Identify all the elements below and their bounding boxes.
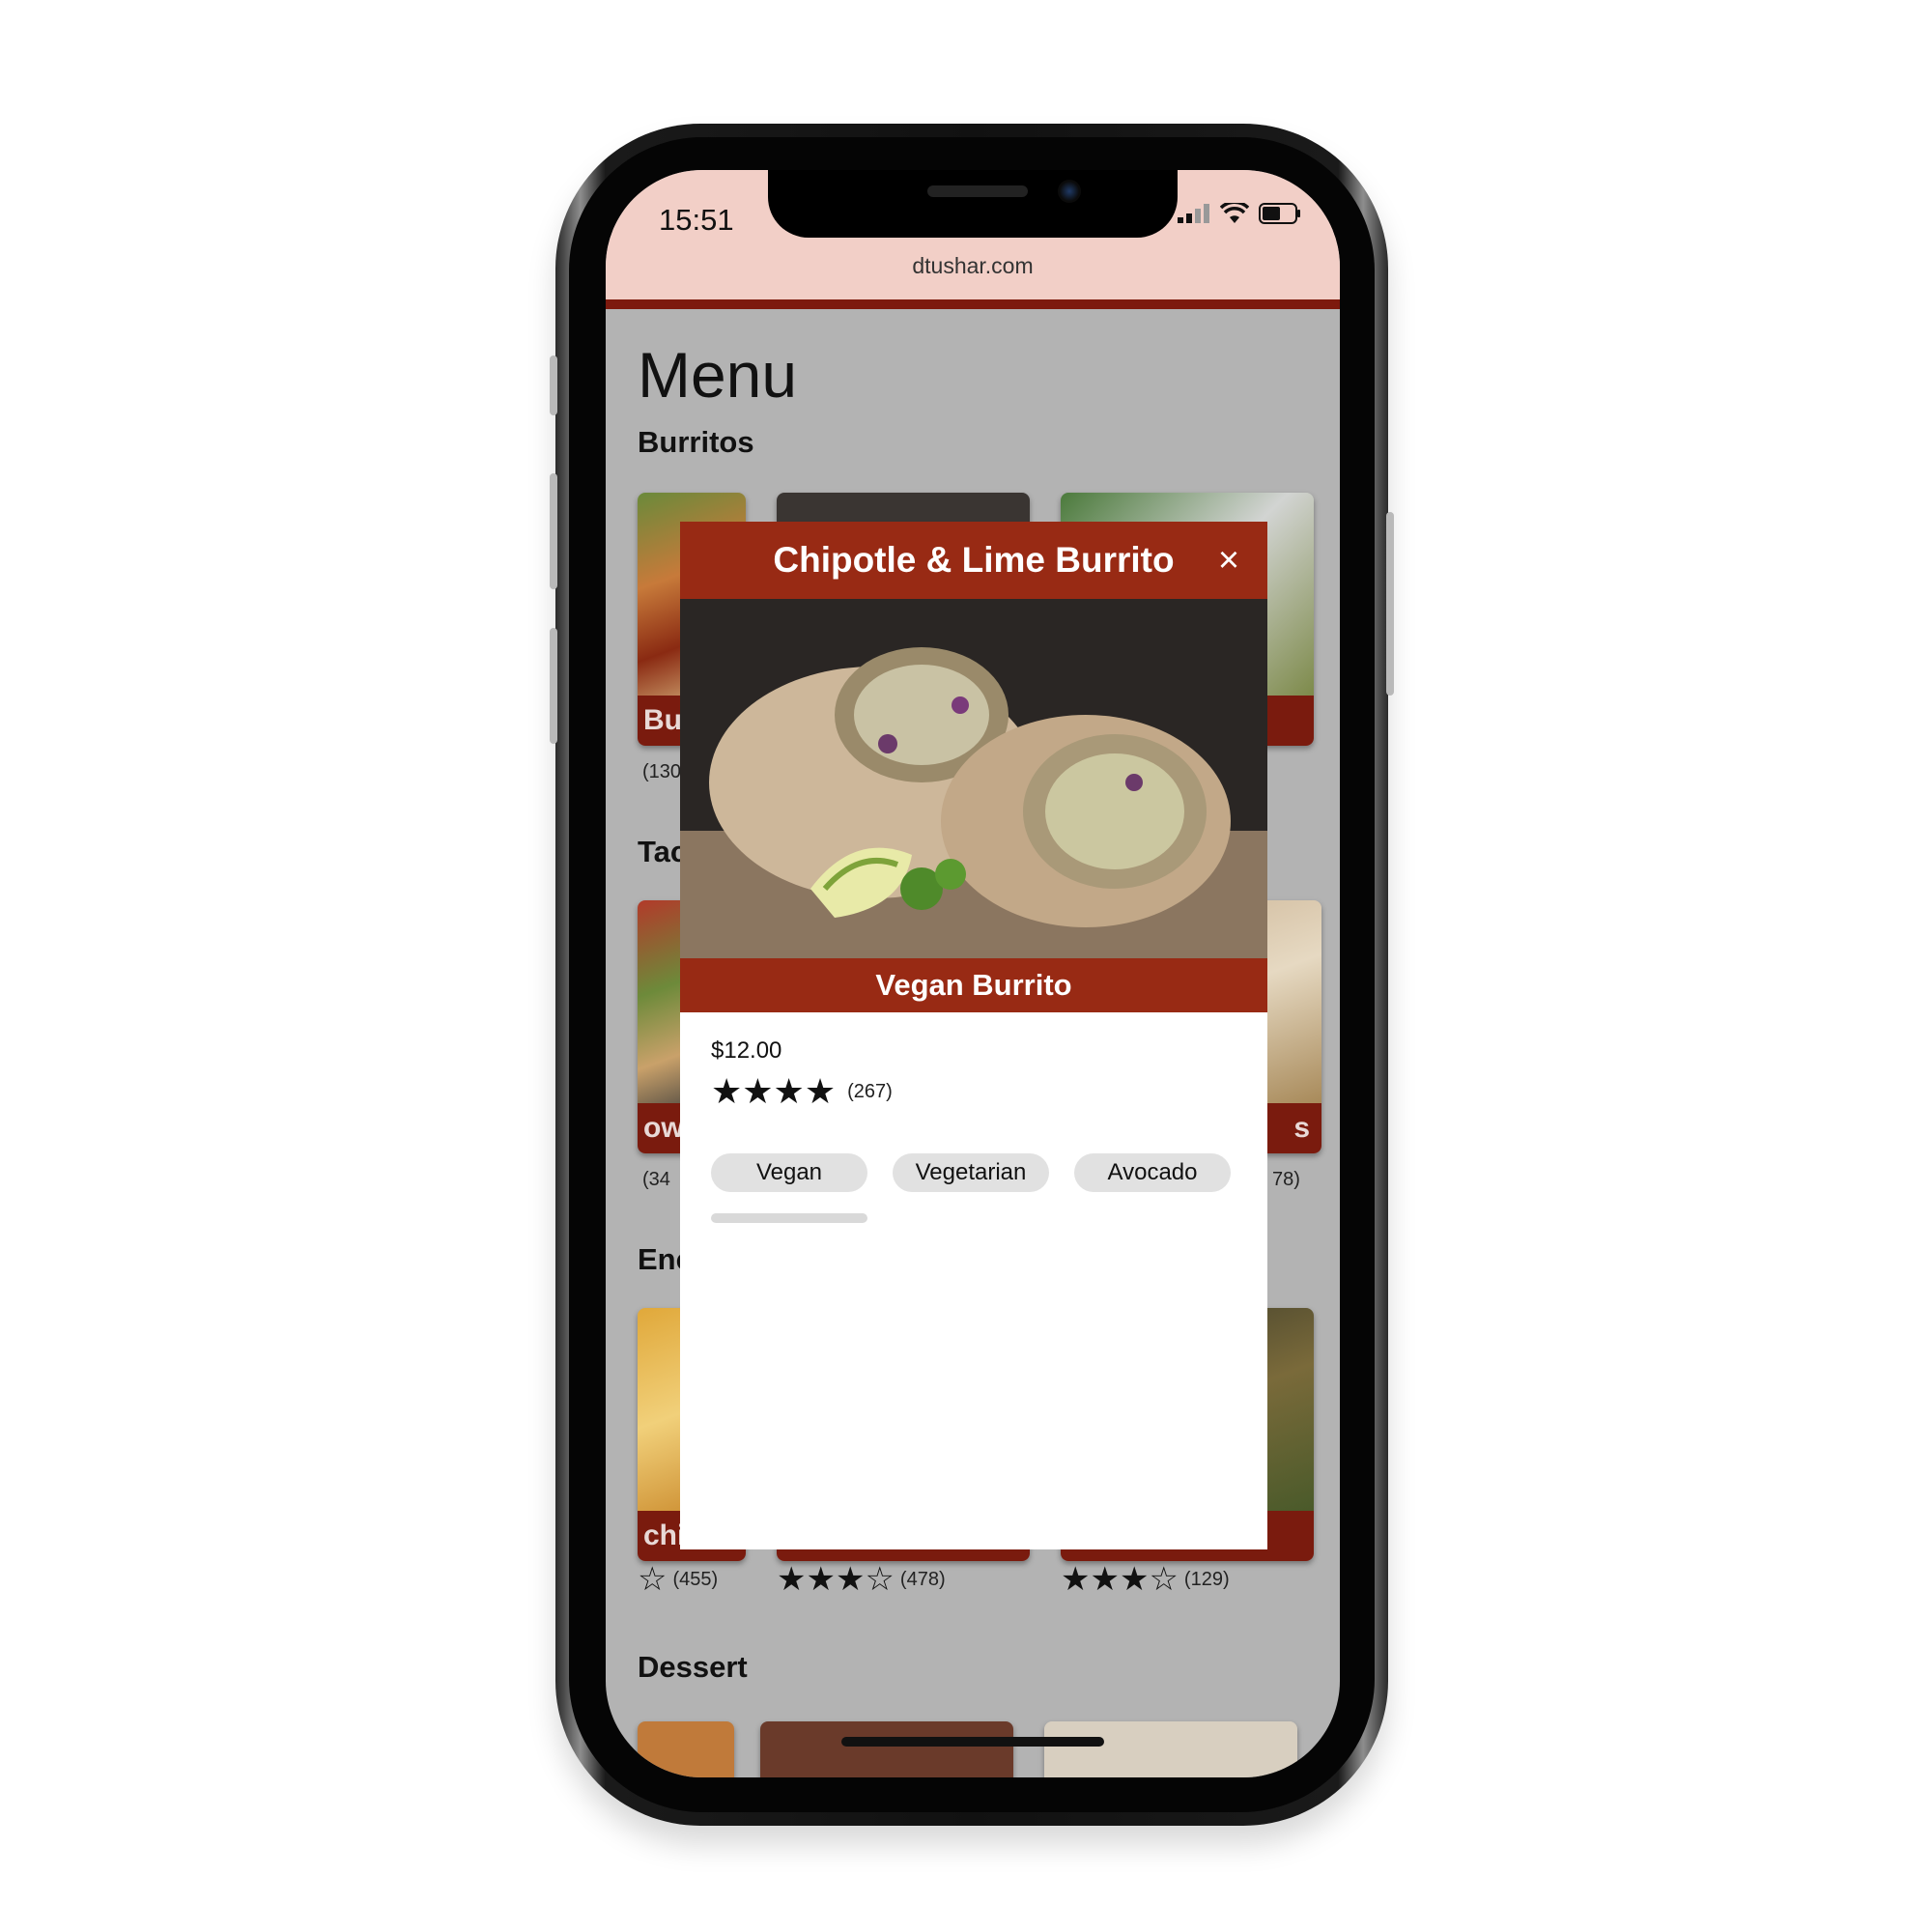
tag-chip[interactable]: Vegetarian	[893, 1153, 1049, 1192]
wifi-icon	[1220, 203, 1249, 223]
header-accent-bar	[606, 299, 1340, 309]
close-icon: ×	[1217, 540, 1240, 581]
camera	[1058, 180, 1081, 203]
burrito-image	[680, 599, 1267, 958]
notch	[768, 170, 1178, 238]
modal-subtitle: Vegan Burrito	[680, 958, 1267, 1012]
status-time: 15:51	[659, 203, 734, 237]
browser-status-bar: 15:51 dtushar.com	[606, 170, 1340, 299]
tag-chip[interactable]: Avocado	[1074, 1153, 1231, 1192]
loading-placeholder	[711, 1213, 867, 1223]
power-button	[1386, 512, 1394, 696]
volume-down-button	[550, 628, 557, 744]
star-rating: ★★★★	[711, 1071, 837, 1111]
price: $12.00	[711, 1037, 782, 1064]
home-indicator[interactable]	[841, 1737, 1104, 1747]
item-detail-modal: Chipotle & Lime Burrito × Vegan Burrito …	[680, 522, 1267, 1549]
status-icons	[1178, 203, 1301, 224]
signal-icon	[1178, 204, 1209, 223]
tag-chip[interactable]: Vegan	[711, 1153, 867, 1192]
phone-screen: 15:51 dtushar.com Menu Burritos Bur (130…	[606, 170, 1340, 1777]
speaker	[927, 185, 1028, 197]
url-bar[interactable]: dtushar.com	[606, 253, 1340, 279]
battery-icon	[1259, 203, 1300, 224]
modal-title: Chipotle & Lime Burrito	[680, 522, 1267, 599]
mute-switch	[550, 355, 557, 415]
tag-list: Vegan Vegetarian Avocado	[711, 1153, 1231, 1192]
rating-count: (267)	[847, 1080, 893, 1102]
rating: ★★★★ (267)	[711, 1074, 893, 1109]
close-button[interactable]: ×	[1211, 540, 1246, 581]
volume-up-button	[550, 473, 557, 589]
